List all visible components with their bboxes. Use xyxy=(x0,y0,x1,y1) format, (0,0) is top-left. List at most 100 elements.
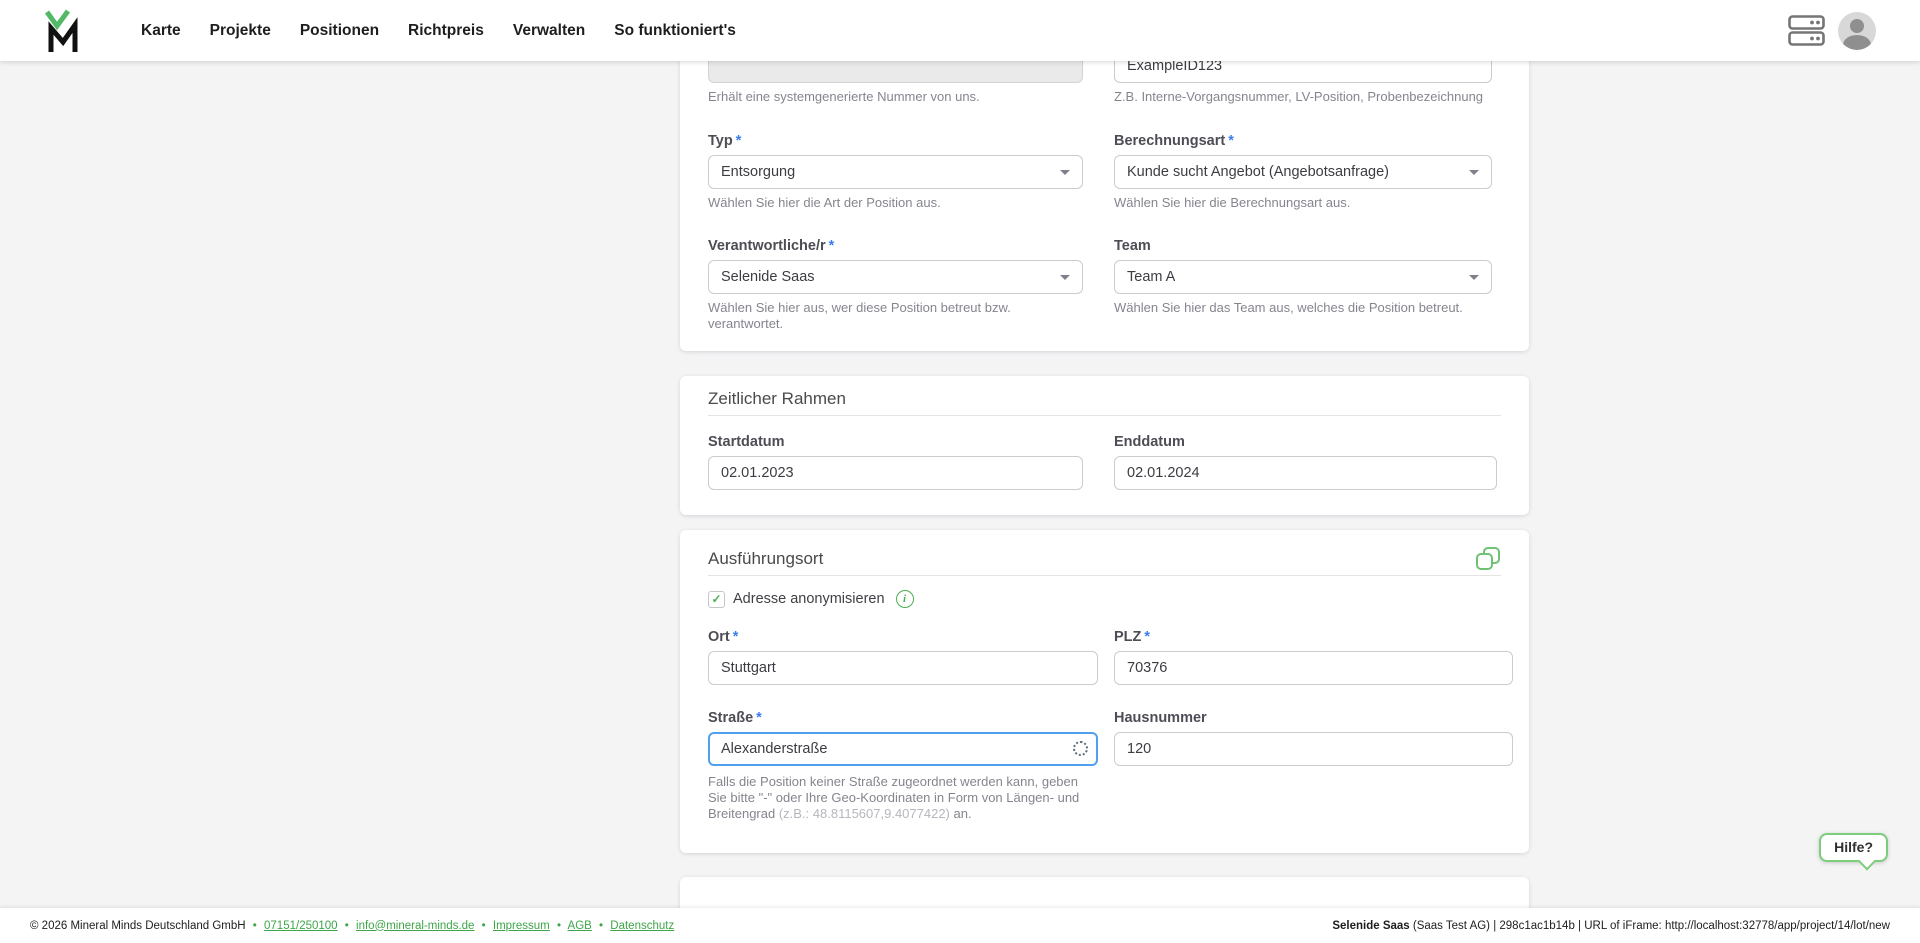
berechnungsart-helper: Wählen Sie hier die Berechnungsart aus. xyxy=(1114,195,1492,211)
nav-item-richtpreis[interactable]: Richtpreis xyxy=(408,22,484,40)
card-zeitlicher-rahmen: Zeitlicher Rahmen Startdatum Enddatum xyxy=(680,376,1529,515)
verantwortliche-select-value: Selenide Saas xyxy=(721,269,815,285)
footer-link-agb[interactable]: AGB xyxy=(568,920,592,932)
footer-separator: • xyxy=(482,920,486,932)
required-mark: * xyxy=(1144,629,1150,645)
enddatum-input[interactable] xyxy=(1114,456,1497,490)
required-mark: * xyxy=(756,710,762,726)
field-team: Team Team A Wählen Sie hier das Team aus… xyxy=(1114,238,1492,332)
nav-item-projekte[interactable]: Projekte xyxy=(210,22,271,40)
copy-icon[interactable] xyxy=(1475,546,1501,572)
typ-helper: Wählen Sie hier die Art der Position aus… xyxy=(708,195,1083,211)
session-user: Selenide Saas xyxy=(1332,920,1409,932)
geo-example: (z.B.: 48.8115607,9.4077422) xyxy=(779,806,950,821)
avatar-body-icon xyxy=(1843,35,1871,50)
help-button[interactable]: Hilfe? xyxy=(1819,833,1888,862)
required-mark: * xyxy=(829,238,835,254)
verantwortliche-select[interactable]: Selenide Saas xyxy=(708,260,1083,294)
externe-id-helper: Z.B. Interne-Vorgangsnummer, LV-Position… xyxy=(1114,89,1492,105)
nav-item-karte[interactable]: Karte xyxy=(141,22,181,40)
startdatum-label: Startdatum xyxy=(708,434,1083,452)
ort-input[interactable] xyxy=(708,651,1098,685)
server-icon[interactable] xyxy=(1788,15,1825,46)
nav-item-positionen[interactable]: Positionen xyxy=(300,22,379,40)
typ-select[interactable]: Entsorgung xyxy=(708,155,1083,189)
footer-separator: • xyxy=(253,920,257,932)
row-verantwortliche-team: Verantwortliche/r* Selenide Saas Wählen … xyxy=(708,238,1501,332)
hausnummer-input[interactable] xyxy=(1114,732,1513,766)
verantwortliche-label: Verantwortliche/r* xyxy=(708,238,1083,256)
berechnungsart-select-value: Kunde sucht Angebot (Angebotsanfrage) xyxy=(1127,164,1389,180)
footer-session-info: Selenide Saas (Saas Test AG) | 298c1ac1b… xyxy=(1332,920,1890,932)
row-typ-berechnungsart: Typ* Entsorgung Wählen Sie hier die Art … xyxy=(708,133,1501,211)
loading-spinner-icon xyxy=(1073,741,1088,756)
enddatum-label: Enddatum xyxy=(1114,434,1497,452)
nav-item-verwalten[interactable]: Verwalten xyxy=(513,22,585,40)
footer-link-email[interactable]: info@mineral-minds.de xyxy=(356,920,474,932)
typ-label: Typ* xyxy=(708,133,1083,151)
row-strasse-hausnummer: Straße* Falls die Position keiner Straße… xyxy=(708,710,1501,822)
berechnungsart-select[interactable]: Kunde sucht Angebot (Angebotsanfrage) xyxy=(1114,155,1492,189)
chevron-down-icon xyxy=(1469,275,1479,280)
chevron-down-icon xyxy=(1060,170,1070,175)
user-avatar[interactable] xyxy=(1838,12,1876,50)
field-startdatum: Startdatum xyxy=(708,434,1083,490)
team-select-value: Team A xyxy=(1127,269,1175,285)
hausnummer-label: Hausnummer xyxy=(1114,710,1513,728)
footer-link-phone[interactable]: 07151/250100 xyxy=(264,920,338,932)
navbar-right xyxy=(1788,0,1876,61)
chevron-down-icon xyxy=(1469,170,1479,175)
startdatum-input[interactable] xyxy=(708,456,1083,490)
check-icon: ✓ xyxy=(711,593,721,605)
footer-separator: • xyxy=(557,920,561,932)
strasse-input[interactable] xyxy=(708,732,1098,766)
strasse-label: Straße* xyxy=(708,710,1098,728)
plz-label: PLZ* xyxy=(1114,629,1513,647)
typ-select-value: Entsorgung xyxy=(721,164,795,180)
footer-separator: • xyxy=(599,920,603,932)
anonymisieren-checkbox[interactable]: ✓ xyxy=(708,591,725,608)
help-button-label: Hilfe? xyxy=(1834,839,1873,855)
verantwortliche-helper: Wählen Sie hier aus, wer diese Position … xyxy=(708,300,1083,332)
berechnungsart-label: Berechnungsart* xyxy=(1114,133,1492,151)
footer-link-datenschutz[interactable]: Datenschutz xyxy=(610,920,674,932)
card-basisdaten: Erhält eine systemgenerierte Nummer von … xyxy=(680,49,1529,351)
field-ort: Ort* xyxy=(708,629,1098,685)
plz-input[interactable] xyxy=(1114,651,1513,685)
speech-bubble-tail xyxy=(1859,854,1876,871)
section-title-zeitlicher-rahmen: Zeitlicher Rahmen xyxy=(708,376,1501,409)
main-navigation: Karte Projekte Positionen Richtpreis Ver… xyxy=(141,22,736,40)
divider xyxy=(708,415,1501,416)
footer-link-impressum[interactable]: Impressum xyxy=(493,920,550,932)
team-select[interactable]: Team A xyxy=(1114,260,1492,294)
card-ausfuehrungsort: Ausführungsort ✓ Adresse anonymisieren i… xyxy=(680,530,1529,853)
field-berechnungsart: Berechnungsart* Kunde sucht Angebot (Ang… xyxy=(1114,133,1492,211)
required-mark: * xyxy=(736,133,742,149)
anonymisieren-label: Adresse anonymisieren xyxy=(733,591,885,607)
chevron-down-icon xyxy=(1060,275,1070,280)
copyright-text: © 2026 Mineral Minds Deutschland GmbH xyxy=(30,920,246,932)
footer: © 2026 Mineral Minds Deutschland GmbH • … xyxy=(0,908,1920,943)
footer-left: © 2026 Mineral Minds Deutschland GmbH • … xyxy=(30,920,674,932)
top-navbar: Karte Projekte Positionen Richtpreis Ver… xyxy=(0,0,1920,61)
field-verantwortliche: Verantwortliche/r* Selenide Saas Wählen … xyxy=(708,238,1083,332)
footer-separator: • xyxy=(345,920,349,932)
required-mark: * xyxy=(1228,133,1234,149)
mineral-minds-logo-icon[interactable] xyxy=(44,9,84,53)
page: { "nav": { "items": ["Karte", "Projekte"… xyxy=(0,0,1920,943)
team-label: Team xyxy=(1114,238,1492,256)
avatar-head-icon xyxy=(1850,19,1864,33)
info-icon[interactable]: i xyxy=(896,590,914,608)
nav-item-so-funktionierts[interactable]: So funktioniert's xyxy=(614,22,736,40)
strasse-input-wrap xyxy=(708,732,1098,766)
section-title-ausfuehrungsort: Ausführungsort xyxy=(708,530,1501,569)
field-hausnummer: Hausnummer xyxy=(1114,710,1513,822)
field-enddatum: Enddatum xyxy=(1114,434,1497,490)
team-helper: Wählen Sie hier das Team aus, welches di… xyxy=(1114,300,1492,316)
field-plz: PLZ* xyxy=(1114,629,1513,685)
strasse-helper: Falls die Position keiner Straße zugeord… xyxy=(708,774,1098,822)
row-dates: Startdatum Enddatum xyxy=(708,434,1501,490)
field-typ: Typ* Entsorgung Wählen Sie hier die Art … xyxy=(708,133,1083,211)
session-details: (Saas Test AG) | 298c1ac1b14b | URL of i… xyxy=(1410,920,1890,932)
required-mark: * xyxy=(733,629,739,645)
